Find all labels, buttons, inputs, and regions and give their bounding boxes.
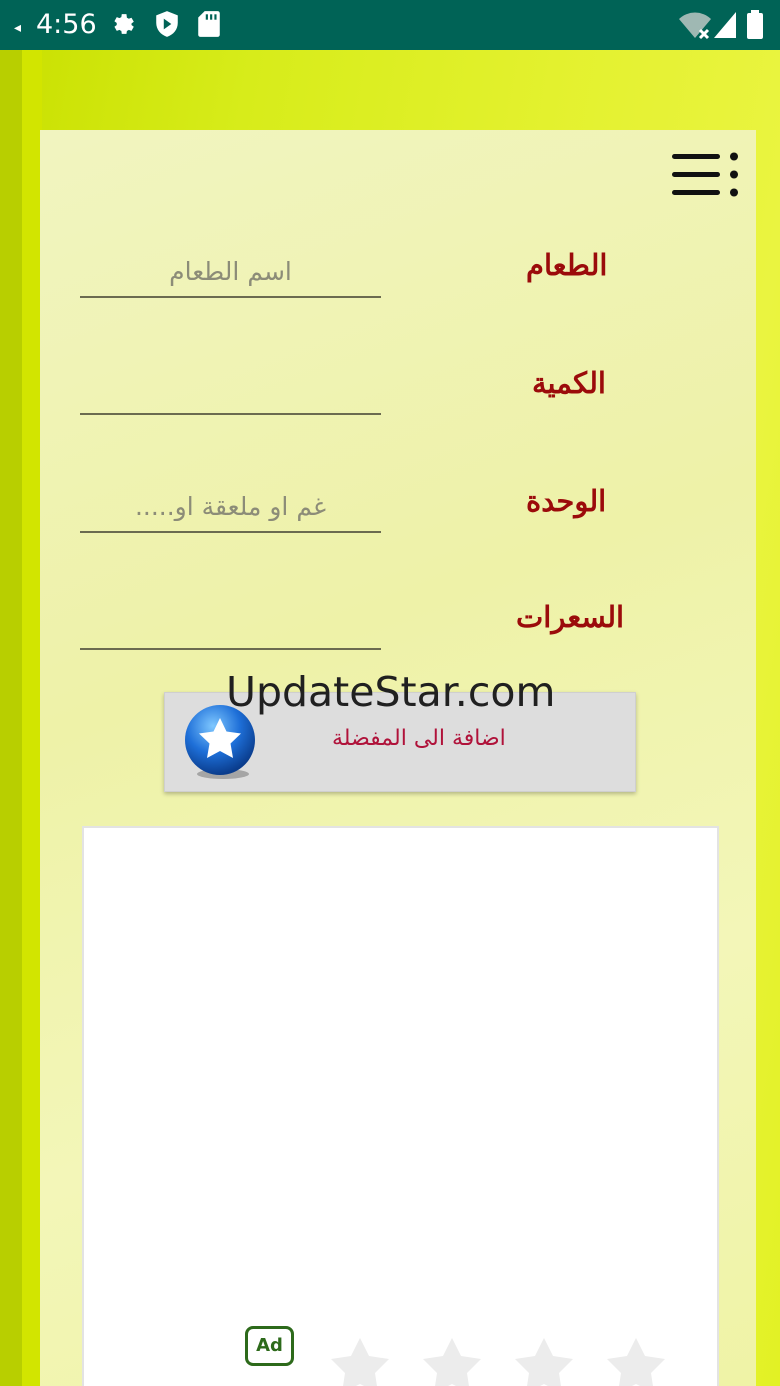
- rating-stars-icon: [331, 1338, 665, 1386]
- background-stripe: [0, 50, 22, 1386]
- ad-badge: Ad: [245, 1326, 294, 1366]
- calories-label: السعرات: [516, 600, 625, 634]
- shield-icon: [156, 11, 178, 37]
- unit-label: الوحدة: [526, 484, 607, 518]
- food-field[interactable]: [80, 238, 381, 298]
- unit-input[interactable]: [80, 473, 381, 531]
- watermark: UpdateStar.com: [226, 668, 556, 716]
- calories-input[interactable]: [80, 590, 381, 648]
- signal-icon: [714, 12, 736, 38]
- notification-dot-icon: ◂: [14, 20, 22, 36]
- unit-field[interactable]: [80, 473, 381, 533]
- wifi-icon: [679, 12, 711, 40]
- quantity-label: الكمية: [532, 366, 606, 400]
- sd-card-icon: [198, 11, 220, 37]
- menu-icon[interactable]: [672, 152, 742, 198]
- ad-banner[interactable]: [82, 826, 719, 1386]
- quantity-input[interactable]: [80, 355, 381, 413]
- status-time: 4:56: [36, 9, 97, 40]
- quantity-field[interactable]: [80, 355, 381, 415]
- food-label: الطعام: [526, 248, 608, 282]
- battery-icon: [747, 10, 763, 39]
- settings-icon: [114, 14, 134, 34]
- food-input[interactable]: [80, 238, 381, 296]
- calories-field[interactable]: [80, 590, 381, 650]
- status-bar: ◂ 4:56: [0, 0, 780, 50]
- background-stripe: [22, 50, 42, 1386]
- add-to-favorites-label: اضافة الى المفضلة: [332, 726, 506, 751]
